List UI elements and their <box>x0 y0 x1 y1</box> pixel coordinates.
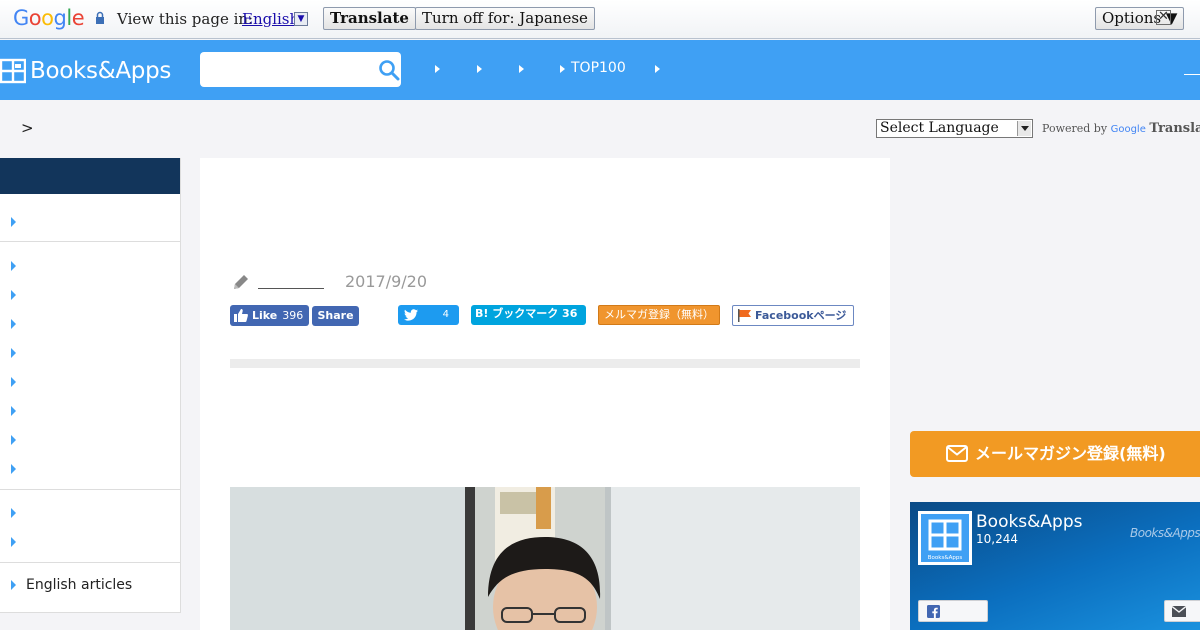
sidebar-item[interactable] <box>0 426 180 455</box>
logo-caption: Books&Apps <box>928 555 963 561</box>
flag-icon <box>738 309 751 322</box>
caret-right-icon <box>11 319 16 329</box>
header-menu-line[interactable] <box>1184 74 1200 75</box>
sidebar-item[interactable] <box>0 455 180 484</box>
article: 2017/9/20 Like 396 Share 4 B! ブックマーク 36 … <box>200 158 890 630</box>
translate-bar: Google View this page in: English ▼ Tran… <box>0 0 1200 39</box>
tweet-count: 4 <box>442 309 449 320</box>
hatena-bookmark-button[interactable]: B! ブックマーク 36 <box>471 305 586 325</box>
caret-right-icon <box>11 435 16 445</box>
caret-right-icon <box>11 464 16 474</box>
facebook-like-button[interactable]: Like 396 <box>230 305 309 326</box>
person-photo-image <box>230 487 860 630</box>
left-sidebar: English articles <box>0 158 181 613</box>
envelope-icon <box>946 445 968 462</box>
language-select[interactable]: Select Language <box>876 119 1033 138</box>
sidebar-item[interactable] <box>0 528 180 557</box>
turn-off-button[interactable]: Turn off for: Japanese <box>415 7 595 30</box>
site-header: Books&Apps TOP100 <box>0 40 1200 100</box>
options-button[interactable]: Options ▼ <box>1095 7 1185 30</box>
post-date: 2017/9/20 <box>345 272 428 291</box>
nav-item-5-caret-icon[interactable] <box>655 65 660 73</box>
breadcrumb: > <box>21 119 34 137</box>
pencil-icon <box>234 275 248 289</box>
caret-right-icon <box>11 261 16 271</box>
sidebar-divider <box>0 489 180 490</box>
article-divider-bar <box>230 359 860 368</box>
envelope-icon <box>1172 606 1186 617</box>
close-icon[interactable]: ✕ <box>1156 10 1171 25</box>
sidebar-item[interactable] <box>0 499 180 528</box>
facebook-page-button[interactable]: Facebookページ <box>732 305 854 326</box>
view-page-in-label: View this page in: <box>117 10 254 28</box>
translate-wordmark: Translate <box>1149 121 1200 136</box>
facebook-icon <box>927 605 940 618</box>
language-dropdown-icon[interactable]: ▼ <box>294 12 308 26</box>
nav-item-1-caret-icon[interactable] <box>435 65 440 73</box>
author-link[interactable] <box>258 288 324 289</box>
powered-by-google: Powered by Google Translate <box>1042 121 1200 136</box>
brand-logo-icon: Books&Apps <box>928 519 963 561</box>
nav-item-2-caret-icon[interactable] <box>477 65 482 73</box>
like-label: Like <box>252 309 278 322</box>
brand-link[interactable]: Books&Apps <box>0 57 171 85</box>
caret-right-icon <box>11 290 16 300</box>
select-arrow-icon[interactable] <box>1017 121 1031 136</box>
search-input[interactable] <box>200 52 401 87</box>
sidebar-item-label: English articles <box>26 577 133 593</box>
language-select-value: Select Language <box>880 120 999 136</box>
facebook-share-button[interactable]: Share <box>312 306 359 326</box>
google-wordmark: Google <box>1110 124 1146 135</box>
nav-top100-link[interactable]: TOP100 <box>571 60 626 76</box>
page-like-count: 10,244 <box>976 532 1018 546</box>
caret-right-icon <box>11 348 16 358</box>
brand-logo-icon <box>0 58 26 84</box>
nav-top100-caret-icon[interactable] <box>560 65 565 73</box>
caret-right-icon <box>11 537 16 547</box>
page-like-button[interactable] <box>918 600 988 622</box>
caret-right-icon <box>11 377 16 387</box>
cover-logo-text: Books&Apps <box>1130 526 1200 540</box>
lock-icon <box>96 11 104 24</box>
sidebar-item[interactable] <box>0 208 180 237</box>
caret-right-icon <box>11 580 16 590</box>
powered-by-label: Powered by <box>1042 122 1108 135</box>
article-photo <box>230 487 860 630</box>
sidebar-item[interactable] <box>0 281 180 310</box>
sidebar-item[interactable] <box>0 368 180 397</box>
page-message-button[interactable] <box>1164 600 1200 622</box>
sidebar-divider <box>0 241 180 242</box>
google-logo: Google <box>13 6 85 30</box>
newsletter-signup-label: メールマガジン登録(無料) <box>975 444 1166 463</box>
target-language-link[interactable]: English <box>242 10 299 28</box>
newsletter-signup-button[interactable]: メールマガジン登録(無料) <box>910 431 1200 477</box>
search-icon[interactable] <box>378 59 400 81</box>
sidebar-divider <box>0 562 180 563</box>
facebook-page-widget[interactable]: Books&Apps Books&Apps 10,244 Books&Apps <box>910 502 1200 630</box>
like-count: 396 <box>282 309 304 322</box>
page-avatar[interactable]: Books&Apps <box>918 511 972 565</box>
caret-right-icon <box>11 217 16 227</box>
caret-right-icon <box>11 406 16 416</box>
thumbs-up-icon <box>234 309 248 322</box>
translate-button[interactable]: Translate <box>323 7 416 30</box>
brand-name: Books&Apps <box>30 58 172 84</box>
nav-item-3-caret-icon[interactable] <box>519 65 524 73</box>
sidebar-item[interactable] <box>0 252 180 281</box>
sidebar-item-english-articles[interactable]: English articles <box>0 571 180 600</box>
caret-right-icon <box>11 508 16 518</box>
sidebar-item[interactable] <box>0 339 180 368</box>
mailmag-subscribe-button[interactable]: メルマガ登録（無料） <box>598 305 720 325</box>
twitter-bird-icon <box>404 309 418 321</box>
sidebar-item[interactable] <box>0 310 180 339</box>
facebook-page-label: Facebookページ <box>755 309 847 322</box>
sidebar-item[interactable] <box>0 397 180 426</box>
sidebar-header <box>0 158 180 194</box>
page-name[interactable]: Books&Apps <box>976 512 1083 532</box>
tweet-button[interactable]: 4 <box>398 305 459 325</box>
